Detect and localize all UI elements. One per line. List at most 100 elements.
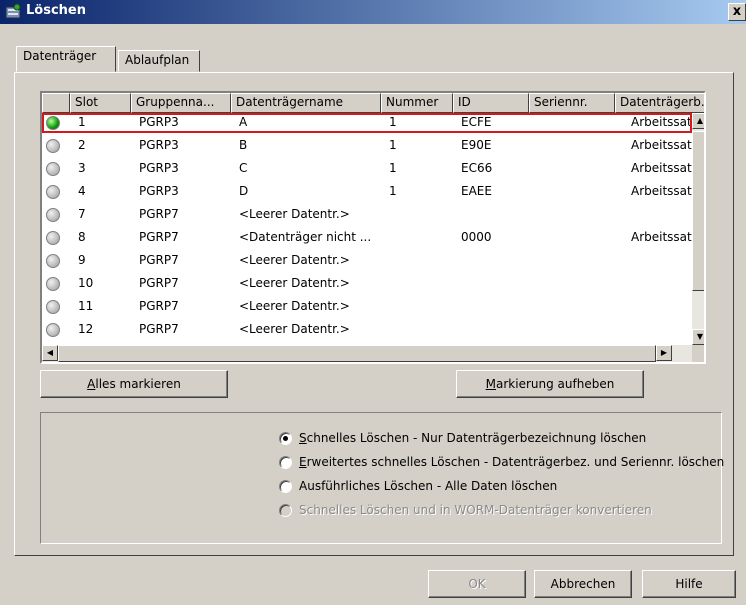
status-led-gray-icon[interactable]: [46, 185, 60, 199]
scroll-down-icon[interactable]: ▼: [692, 329, 704, 345]
cell-slot: 7: [78, 207, 86, 221]
cell-description: Arbeitssatz: [631, 161, 693, 175]
scroll-right-icon[interactable]: ▶: [656, 345, 672, 361]
cell-number: 1: [389, 115, 397, 129]
cell-number: [385, 251, 453, 271]
cell-number: [385, 297, 453, 317]
cell-media-name: A: [239, 115, 248, 129]
cell-description: Arbeitssatz: [631, 115, 693, 129]
column-header-media-name[interactable]: Datenträgername: [231, 93, 381, 113]
cell-number: [385, 228, 453, 248]
cell-slot: 10: [78, 276, 94, 290]
window-title: Löschen: [26, 3, 86, 18]
table-row[interactable]: 2 PGRP3 B 1 E90E Arbeitssatz: [42, 136, 693, 156]
cancel-button[interactable]: Abbrechen: [534, 570, 632, 598]
status-led-gray-icon[interactable]: [46, 162, 60, 176]
column-header-id[interactable]: ID: [453, 93, 529, 113]
table-row[interactable]: 12 PGRP7 <Leerer Datentr.>: [42, 320, 692, 340]
close-button[interactable]: x: [728, 3, 746, 21]
cell-group: PGRP7: [139, 322, 179, 336]
status-led-green-icon[interactable]: [46, 116, 60, 130]
table-row[interactable]: 10 PGRP7 <Leerer Datentr.>: [42, 274, 692, 294]
cell-media-name: <Leerer Datentr.>: [239, 207, 350, 221]
cell-slot: 3: [78, 161, 86, 175]
cell-group: PGRP7: [139, 230, 179, 244]
cell-slot: 1: [78, 115, 86, 129]
cell-serial: [533, 228, 615, 248]
media-table[interactable]: Slot Gruppenna... Datenträgername Nummer…: [40, 91, 706, 364]
radio-full-erase[interactable]: [279, 480, 292, 493]
tab-datentraeger[interactable]: Datenträger: [16, 46, 116, 72]
cell-serial: [533, 182, 615, 202]
cell-description: [627, 274, 693, 294]
cell-serial: [533, 159, 615, 179]
table-row[interactable]: 11 PGRP7 <Leerer Datentr.>: [42, 297, 692, 317]
select-all-button[interactable]: Alles markieren: [40, 370, 228, 398]
table-row[interactable]: 3 PGRP3 C 1 EC66 Arbeitssatz: [42, 159, 693, 179]
cell-serial: [533, 251, 615, 271]
radio-extended-quick-erase[interactable]: [279, 456, 292, 469]
cell-group: PGRP7: [139, 207, 179, 221]
cell-slot: 9: [78, 253, 86, 267]
tape-library-icon: [5, 3, 21, 19]
cell-serial: [533, 297, 615, 317]
status-led-gray-icon[interactable]: [46, 231, 60, 245]
cell-description: [627, 205, 693, 225]
cell-media-name: <Leerer Datentr.>: [239, 322, 350, 336]
scroll-up-icon[interactable]: ▲: [692, 113, 704, 129]
horizontal-scrollbar[interactable]: ◀ ▶: [42, 345, 692, 362]
tab-ablaufplan[interactable]: Ablaufplan: [118, 50, 200, 72]
cell-description: [627, 320, 693, 340]
column-header-group[interactable]: Gruppenna...: [131, 93, 231, 113]
cell-number: [385, 320, 453, 340]
cell-slot: 8: [78, 230, 86, 244]
cell-description: [627, 251, 693, 271]
ok-button: OK: [428, 570, 526, 598]
cell-group: PGRP3: [139, 184, 179, 198]
cell-group: PGRP3: [139, 138, 179, 152]
column-header-description[interactable]: Datenträgerb...: [615, 93, 704, 113]
cell-media-name: <Datenträger nicht ...: [239, 230, 372, 244]
cell-id: 0000: [461, 230, 492, 244]
cell-description: Arbeitssatz: [631, 138, 693, 152]
status-led-gray-icon[interactable]: [46, 254, 60, 268]
cell-slot: 11: [78, 299, 94, 313]
erase-options-group: Schnelles Löschen - Nur Datenträgerbezei…: [40, 412, 724, 544]
cell-number: [385, 205, 453, 225]
cell-serial: [533, 113, 615, 133]
column-header-status[interactable]: [42, 93, 70, 113]
table-row[interactable]: 8 PGRP7 <Datenträger nicht ... 0000 Arbeitss…: [42, 228, 693, 248]
cell-slot: 12: [78, 322, 94, 336]
scroll-left-icon[interactable]: ◀: [42, 345, 58, 361]
table-row[interactable]: 1 PGRP3 A 1 ECFE Arbeitssatz: [42, 113, 693, 133]
vertical-scrollbar[interactable]: ▲ ▼: [692, 113, 704, 345]
table-header: Slot Gruppenna... Datenträgername Nummer…: [42, 93, 704, 113]
column-header-number[interactable]: Nummer: [381, 93, 453, 113]
cell-number: 1: [389, 184, 397, 198]
column-header-serial[interactable]: Seriennr.: [529, 93, 615, 113]
cell-slot: 4: [78, 184, 86, 198]
cell-id: [457, 251, 529, 271]
cell-id: EAEE: [461, 184, 492, 198]
status-led-gray-icon[interactable]: [46, 323, 60, 337]
vertical-scroll-thumb[interactable]: [692, 131, 704, 291]
title-bar[interactable]: Löschen x: [0, 0, 746, 24]
status-led-gray-icon[interactable]: [46, 139, 60, 153]
horizontal-scroll-thumb[interactable]: [58, 345, 656, 362]
cell-group: PGRP7: [139, 299, 179, 313]
table-row[interactable]: 7 PGRP7 <Leerer Datentr.>: [42, 205, 692, 225]
help-button[interactable]: Hilfe: [642, 570, 736, 598]
radio-quick-erase[interactable]: [279, 432, 292, 445]
cell-id: E90E: [461, 138, 492, 152]
status-led-gray-icon[interactable]: [46, 277, 60, 291]
deselect-button[interactable]: Markierung aufheben: [456, 370, 644, 398]
cell-media-name: D: [239, 184, 249, 198]
status-led-gray-icon[interactable]: [46, 300, 60, 314]
scrollbar-corner: [692, 345, 704, 362]
table-row[interactable]: 9 PGRP7 <Leerer Datentr.>: [42, 251, 692, 271]
cell-slot: 2: [78, 138, 86, 152]
erase-dialog: Löschen x Datenträger Ablaufplan Slot Gr…: [0, 0, 746, 605]
table-row[interactable]: 4 PGRP3 D 1 EAEE Arbeitssatz: [42, 182, 693, 202]
status-led-gray-icon[interactable]: [46, 208, 60, 222]
column-header-slot[interactable]: Slot: [70, 93, 131, 113]
